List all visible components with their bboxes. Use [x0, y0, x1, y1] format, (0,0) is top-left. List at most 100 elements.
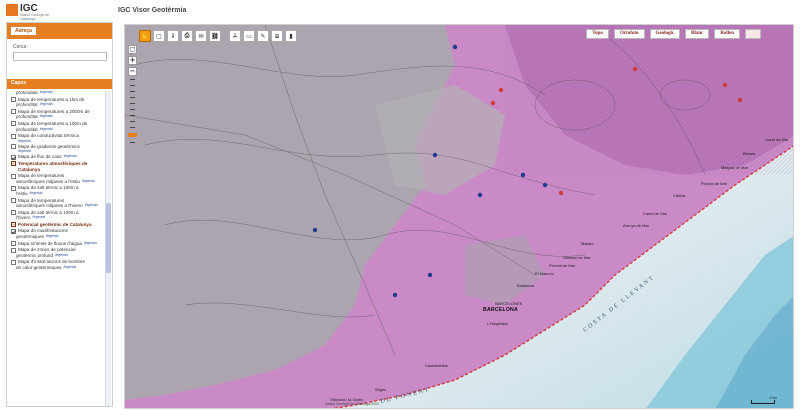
legend-link[interactable]: llegenda [18, 149, 31, 153]
legend-link[interactable]: llegenda [40, 114, 53, 118]
layer-checkbox[interactable] [11, 154, 16, 160]
pan-icon[interactable]: ✋ [139, 30, 151, 42]
legend-icon[interactable]: ▮ [285, 30, 297, 42]
layer-checkbox[interactable] [11, 121, 16, 127]
layer-item: l'estiu llegenda [11, 191, 103, 197]
legend-link[interactable]: llegenda [64, 154, 77, 158]
measure-area-icon[interactable]: ▭ [243, 30, 255, 42]
print-icon[interactable]: ⎙ [181, 30, 193, 42]
label-masnou: El Masnou [535, 271, 554, 276]
basemap-extra-button[interactable] [745, 29, 761, 39]
layer-checkbox[interactable] [11, 97, 16, 103]
layer-group[interactable]: − Temperatures atmosfèriques de Catalunya [11, 161, 103, 172]
layer-item[interactable]: Mapa síntesis de fluxos d'aigua llegenda [11, 241, 103, 247]
layer-item[interactable]: Mapa de flux de calor llegenda [11, 154, 103, 160]
legend-link[interactable]: llegenda [85, 203, 98, 207]
layer-checkbox[interactable] [11, 109, 16, 115]
layer-label: Mapa de flux de calor [18, 154, 62, 160]
map-attribution: Institut Geològic de Catalunya 2010 [325, 402, 379, 406]
label-premia: Premià de Mar [549, 263, 576, 268]
label-canet: Canet de Mar [643, 211, 668, 216]
layers-panel-header[interactable]: Capes [7, 79, 112, 89]
layer-checkbox[interactable] [11, 259, 16, 265]
layer-checkbox[interactable] [11, 247, 16, 253]
email-icon[interactable]: ✉ [195, 30, 207, 42]
info-icon[interactable]: i [167, 30, 179, 42]
igc-logo: IGC Institut Geològic de Catalunya [6, 3, 49, 24]
zoom-slider[interactable] [128, 79, 138, 143]
layer-item: atmosfèriques mitjanes a l'hivern llegend… [11, 203, 103, 209]
layer-label: atmosfèriques mitjanes a l'estiu [16, 178, 80, 184]
basemap-blanc-button[interactable]: Blanc [685, 29, 710, 39]
zoom-extent-icon[interactable]: ◻ [128, 45, 137, 54]
layer-checkbox[interactable] [11, 198, 16, 203]
search-panel-header: Adreça [7, 23, 112, 39]
label-calella: Calella [673, 193, 686, 198]
legend-link[interactable]: llegenda [55, 253, 68, 257]
legend-link[interactable]: llegenda [32, 215, 45, 219]
legend-link[interactable]: llegenda [63, 265, 76, 269]
label-sitges: Sitges [375, 387, 387, 392]
igc-logo-subtitle: Institut Geològic de Catalunya [20, 13, 50, 21]
zoom-out-icon[interactable]: − [128, 67, 137, 76]
layer-item: profunditat llegenda [11, 114, 103, 120]
label-barcelona: BARCELONA [483, 307, 518, 313]
layer-checkbox[interactable] [11, 133, 16, 139]
layer-checkbox[interactable] [11, 144, 16, 150]
layer-checkbox[interactable] [11, 173, 16, 179]
layer-label: l'estiu [16, 190, 28, 196]
legend-link[interactable]: llegenda [84, 241, 97, 245]
legend-link[interactable]: llegenda [18, 139, 31, 143]
basemap-ortofoto-button[interactable]: Ortofoto [613, 29, 645, 39]
map-toolbar: ✋ ▢ i ⎙ ✉ ⛓ ⟂ ▭ ✎ ≡ ▮ [139, 30, 297, 44]
legend-link[interactable]: llegenda [40, 127, 53, 131]
basemap-geologic-button[interactable]: Geologic [649, 29, 681, 39]
sidebar-panel: Adreça Cerca: Capes profunditat llegenda M… [6, 22, 113, 407]
layer-label: profunditat [16, 91, 38, 95]
basemap-topo-button[interactable]: Topo [586, 29, 609, 39]
layer-item: geotèrmic profund llegenda [11, 253, 103, 259]
layer-checkbox[interactable] [11, 228, 16, 234]
map-viewer[interactable]: ✋ ▢ i ⎙ ✉ ⛓ ⟂ ▭ ✎ ≡ ▮ Topo Ortofoto Geol… [124, 24, 794, 409]
link-icon[interactable]: ⛓ [209, 30, 221, 42]
layer-checkbox[interactable] [11, 241, 16, 247]
legend-link[interactable]: llegenda [82, 179, 95, 183]
measure-line-icon[interactable]: ⟂ [229, 30, 241, 42]
collapse-icon[interactable]: − [11, 161, 16, 167]
layer-item: l'hivern llegenda [11, 215, 103, 221]
layer-label: atmosfèriques mitjanes a l'hivern [16, 203, 83, 209]
legend-link[interactable]: llegenda [46, 234, 59, 238]
search-label: Cerca: [13, 44, 28, 50]
legend-link[interactable]: llegenda [40, 102, 53, 106]
layer-list-scroll-thumb[interactable] [106, 203, 111, 273]
basemap-switcher: Topo Ortofoto Geologic Blanc Relleu [586, 29, 761, 39]
layer-item: profunditat llegenda [11, 102, 103, 108]
layer-label: profunditat [16, 114, 38, 120]
label-blanes: Blanes [743, 151, 756, 156]
layer-list: profunditat llegenda Mapa de temperatures … [11, 91, 103, 406]
layer-label: Potencial geotèrmic de Catalunya [18, 221, 92, 227]
layer-group[interactable]: − Potencial geotèrmic de Catalunya [11, 222, 103, 228]
legend-link[interactable]: llegenda [30, 191, 43, 195]
map-canvas[interactable] [125, 25, 794, 409]
layer-label: profunditat [16, 102, 38, 108]
layer-label: Mapa síntesis de fluxos d'aigua [18, 240, 82, 246]
draw-icon[interactable]: ✎ [257, 30, 269, 42]
igc-logo-mark [6, 4, 18, 16]
label-hospitalet: L'Hospitalet [487, 321, 508, 326]
layer-checkbox[interactable] [11, 210, 16, 216]
layer-item: llegenda [11, 149, 103, 153]
layer-checkbox[interactable] [11, 185, 16, 191]
basemap-relleu-button[interactable]: Relleu [714, 29, 740, 39]
label-barcelona-sub: BARCELONÈS [495, 301, 523, 306]
zoom-in-icon[interactable]: + [128, 56, 137, 65]
collapse-icon[interactable]: − [11, 222, 16, 228]
legend-link[interactable]: llegenda [40, 91, 53, 94]
tab-address[interactable]: Adreça [10, 26, 37, 36]
layer-label: geotèrmic profund [16, 252, 54, 258]
layers-icon[interactable]: ≡ [271, 30, 283, 42]
zoom-slider-handle[interactable] [128, 133, 137, 137]
layer-label: geotèrmiques [16, 234, 44, 240]
select-icon[interactable]: ▢ [153, 30, 165, 42]
search-input[interactable] [13, 52, 107, 61]
